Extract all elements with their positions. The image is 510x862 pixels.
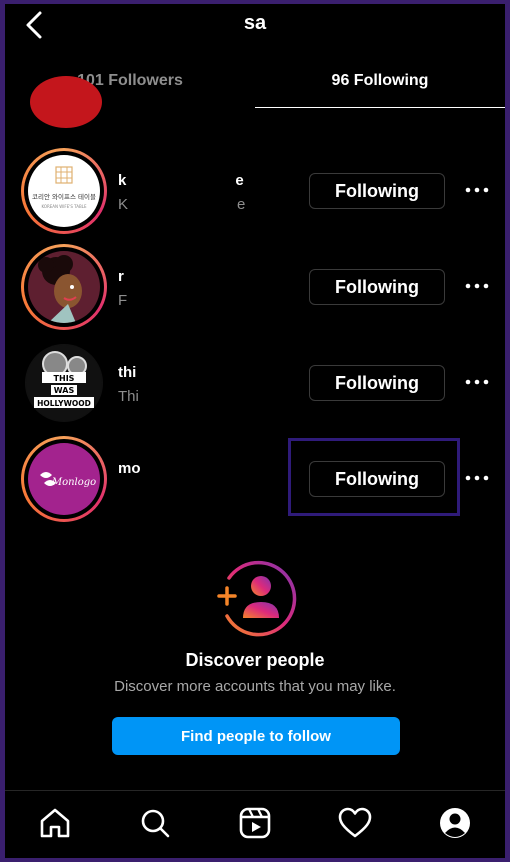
avatar-text: Monlogo (51, 477, 96, 488)
username[interactable]: ke (118, 172, 244, 189)
following-button[interactable]: Following (309, 269, 445, 305)
top-bar: sa (5, 4, 505, 44)
avatar-text: 코리안 와이프스 테이블 (32, 192, 96, 201)
highlight-box (288, 438, 460, 516)
username[interactable]: r (118, 268, 124, 285)
discover-title: Discover people (185, 650, 325, 670)
story-ring[interactable] (21, 244, 107, 330)
profile-icon[interactable] (437, 805, 473, 841)
home-icon[interactable] (37, 805, 73, 841)
discover-people-icon (217, 560, 297, 637)
following-button[interactable]: Following (309, 173, 445, 209)
active-tab-indicator (255, 107, 505, 108)
list-item: r F Following (5, 240, 505, 336)
heart-icon[interactable] (337, 805, 373, 841)
reels-icon[interactable] (237, 805, 273, 841)
story-ring[interactable]: 코리안 와이프스 테이블 KOREAN WIFE'S TABLE (21, 148, 107, 234)
avatar-text: THIS (54, 374, 75, 383)
avatar-text: KOREAN WIFE'S TABLE (41, 204, 87, 209)
story-ring[interactable]: Monlogo (21, 436, 107, 522)
avatar (28, 251, 100, 323)
following-button[interactable]: Following (309, 365, 445, 401)
more-options-icon[interactable] (463, 464, 491, 492)
more-options-icon[interactable] (463, 368, 491, 396)
avatar-text: HOLLYWOOD (37, 399, 91, 408)
username[interactable]: thi (118, 364, 136, 381)
avatar: 코리안 와이프스 테이블 KOREAN WIFE'S TABLE (28, 155, 100, 227)
discover-subtitle: Discover more accounts that you may like… (114, 678, 396, 695)
page-title: sa (243, 12, 267, 34)
avatar-text: WAS (54, 386, 75, 395)
username[interactable]: mo (118, 460, 141, 477)
avatar[interactable]: THIS WAS HOLLYWOOD (25, 344, 103, 422)
more-options-icon[interactable] (463, 272, 491, 300)
more-options-icon[interactable] (463, 176, 491, 204)
list-item: THIS WAS HOLLYWOOD thi Thi Following (5, 336, 505, 432)
bottom-nav (5, 790, 505, 858)
find-people-button[interactable]: Find people to follow (112, 717, 400, 755)
list-item: 코리안 와이프스 테이블 KOREAN WIFE'S TABLE ke Ke F… (5, 144, 505, 240)
avatar: Monlogo (28, 443, 100, 515)
following-screen: sa 101 Followers 96 Following 코리안 와이프스 테… (5, 4, 505, 858)
full-name: Thi (118, 388, 139, 405)
full-name: Ke (118, 196, 246, 213)
tab-following[interactable]: 96 Following (255, 60, 505, 110)
avatar[interactable] (30, 76, 102, 128)
full-name: F (118, 292, 128, 309)
search-icon[interactable] (137, 805, 173, 841)
